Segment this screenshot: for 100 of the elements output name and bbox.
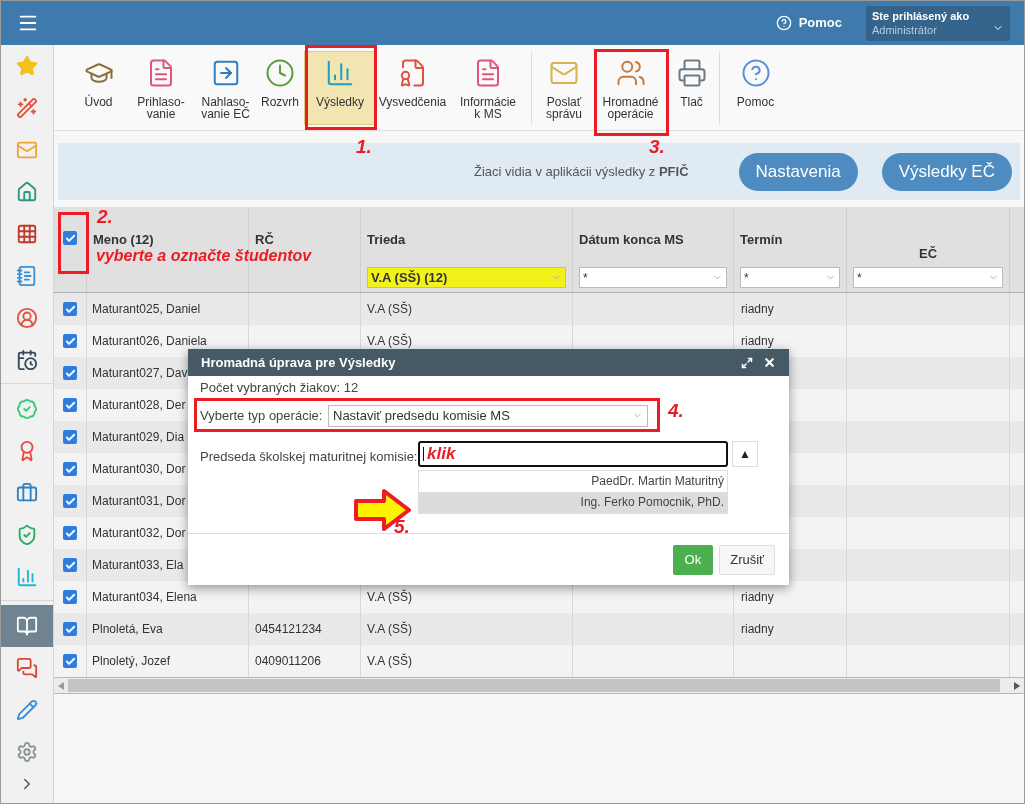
column-header[interactable]: RČ [255, 230, 354, 250]
step-number: 3. [649, 137, 665, 157]
pill-button[interactable]: Nastavenia [738, 152, 858, 191]
table-cell: V.A (SŠ) [367, 300, 412, 318]
pointer-arrow [354, 489, 411, 531]
envelope-icon [16, 139, 38, 161]
chair-input[interactable]: klik [418, 440, 728, 467]
toolbar-button[interactable]: Informácie k MS [449, 50, 527, 125]
bar-chart-icon [16, 566, 38, 588]
table-cell: V.A (SŠ) [367, 652, 412, 670]
checkbox[interactable] [63, 622, 77, 636]
step-number: 4. [668, 401, 684, 421]
checkbox[interactable] [63, 430, 77, 444]
column-header[interactable]: EČ [918, 244, 938, 264]
step-number: 5. [394, 517, 410, 537]
checkbox[interactable] [63, 231, 77, 245]
checkbox[interactable] [63, 526, 77, 540]
check-badge-icon [16, 398, 38, 420]
magic-wand-icon [16, 97, 38, 119]
settings-icon [16, 741, 38, 763]
highlight-frame [58, 212, 89, 274]
field-label: Predseda školskej maturitnej komisie: [200, 447, 418, 466]
star-icon [16, 55, 38, 77]
table-cell-text: riadny [741, 621, 774, 638]
toolbar-button[interactable]: Nahlaso- vanie EČ [195, 50, 256, 125]
toolbar-button[interactable]: Poslať správu [535, 50, 593, 125]
maximize-icon[interactable] [741, 356, 753, 369]
filter-select[interactable]: * [579, 267, 727, 288]
field-label: Vyberte typ operácie: [200, 406, 324, 425]
help-icon[interactable] [775, 15, 792, 31]
book-icon [16, 615, 38, 637]
close-icon[interactable] [763, 356, 776, 369]
toolbar-button[interactable]: Vysvedčenia [376, 50, 449, 125]
annotation-note: vyberte a označte študentov [96, 247, 312, 266]
filter-select[interactable]: V.A (SŠ) (12) [367, 267, 566, 288]
horizontal-scrollbar[interactable] [54, 677, 1024, 694]
help-link[interactable]: Pomoc [798, 13, 842, 33]
table-cell-text: Maturant027, Dav [92, 365, 188, 382]
table-cell: V.A (SŠ) [367, 620, 412, 638]
column-header[interactable]: Trieda [367, 230, 566, 250]
notebook-icon [16, 265, 38, 287]
calendar-icon [16, 349, 38, 371]
column-header[interactable]: Dátum konca MS [579, 230, 727, 250]
checkbox[interactable] [63, 334, 77, 348]
table-cell-text: Maturant031, Dor [92, 493, 186, 510]
toolbar-button[interactable]: Výsledky [304, 50, 376, 125]
table-row[interactable]: Plnoletý, Jozef 0409011206 V.A (SŠ) [54, 645, 1024, 677]
table-row[interactable]: Maturant034, Elena V.A (SŠ) riadny [54, 581, 1024, 613]
table-cell: V.A (SŠ) [367, 588, 412, 606]
dropdown-toggle[interactable]: ▲ [732, 440, 758, 467]
pill-button[interactable]: Výsledky EČ [881, 152, 1012, 191]
table-cell: V.A (SŠ) [367, 332, 412, 350]
toolbar-button[interactable]: Pomoc [723, 50, 788, 125]
operation-select[interactable]: Nastaviť predsedu komisie MS [328, 404, 648, 427]
scroll-left-icon[interactable] [58, 681, 64, 690]
column-header[interactable]: Termín [740, 230, 840, 250]
info-text: Žiaci vidia v aplikácii výsledky z PFIČ [474, 162, 689, 181]
grid-icon [16, 223, 38, 245]
table-cell-text: Maturant029, Dia [92, 429, 185, 446]
scroll-right-icon[interactable] [1014, 681, 1020, 690]
filter-select[interactable]: * [740, 267, 840, 288]
checkbox[interactable] [63, 366, 77, 380]
printer-icon [676, 57, 707, 88]
toolbar-button[interactable]: Prihlaso- vanie [127, 50, 195, 125]
toolbar-button[interactable]: Rozvrh [256, 50, 304, 125]
checkbox[interactable] [63, 558, 77, 572]
table-cell-text: Plnoletá, Eva [92, 621, 163, 638]
checkbox[interactable] [63, 302, 77, 316]
user-label: Ste prihlásený ako [872, 9, 971, 23]
checkbox[interactable] [63, 398, 77, 412]
sidebar-item[interactable] [1, 605, 53, 647]
checkbox[interactable] [63, 494, 77, 508]
table-cell-text: riadny [741, 589, 774, 606]
table-cell-text: 0409011206 [255, 653, 321, 670]
table-cell-text: 0454121234 [255, 621, 322, 638]
table-cell-text: Maturant025, Daniel [92, 301, 201, 318]
checkbox[interactable] [63, 590, 77, 604]
toolbar-button[interactable]: Tlač [668, 50, 715, 125]
table-cell-text: Plnoletý, Jozef [92, 653, 171, 670]
cancel-button[interactable]: Zrušiť [719, 544, 775, 575]
step-number: 2. [97, 207, 113, 227]
person-icon [16, 307, 38, 329]
help-icon [740, 57, 771, 88]
toolbar-button[interactable]: Úvod [70, 50, 127, 125]
user-dropdown[interactable]: Ste prihlásený ako Administrátor [866, 5, 1010, 41]
table-cell-text: Maturant030, Dor [92, 461, 186, 478]
scrollbar-thumb[interactable] [68, 679, 1000, 692]
column-header[interactable]: Meno (12) [93, 230, 242, 250]
filter-select[interactable]: * [853, 267, 1003, 288]
dropdown-option[interactable]: Ing. Ferko Pomocnik, PhD. [419, 491, 727, 513]
shield-icon [16, 524, 38, 546]
selected-count: Počet vybraných žiakov: 12 [200, 380, 359, 395]
table-cell-text: riadny [741, 301, 774, 318]
table-cell-text: riadny [741, 333, 774, 350]
checkbox[interactable] [63, 654, 77, 668]
user-name: Administrátor [872, 23, 938, 37]
briefcase-icon [16, 482, 38, 504]
checkbox[interactable] [63, 462, 77, 476]
chat-icon [16, 657, 38, 679]
toolbar-button[interactable]: Hromadné operácie [593, 50, 668, 125]
